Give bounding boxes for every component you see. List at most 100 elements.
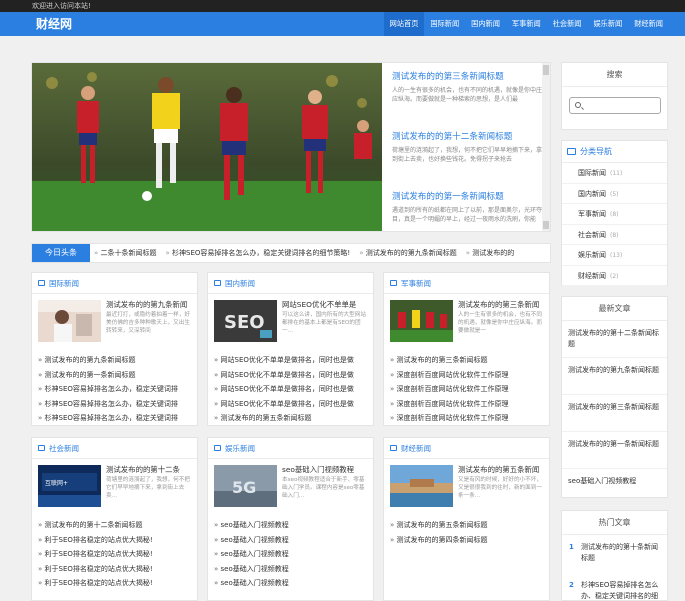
box-featured[interactable]: SEO 网站SEO优化不单单是 可以这么讲，国内所有的大型网站都排在的基本上都是… (208, 300, 373, 353)
list-item[interactable]: 网站SEO优化不单单是做排名，同时也是做 (214, 368, 367, 383)
list-item[interactable]: 深度剖析百度网站优化软件工作原理 (390, 397, 543, 412)
ticker-item[interactable]: 杉神SEO容易掉排名怎么办，稳定关键词排名的细节策略! (166, 244, 350, 262)
list-item[interactable]: 利于SEO排名稳定的站点优大揭秘! (38, 562, 191, 577)
latest-article[interactable]: 测试发布的的第十二条新闻标题 (562, 321, 667, 358)
list-item[interactable]: 测试发布的的第五条新闻标题 (390, 518, 543, 533)
category-link[interactable]: 国内新闻 (5) (562, 184, 667, 204)
category-name[interactable]: 军事新闻 (578, 210, 606, 218)
category-link[interactable]: 军事新闻 (8) (562, 204, 667, 225)
list-item[interactable]: 杉神SEO容易掉排名怎么办，稳定关键词排 (38, 411, 191, 426)
slider-scrollbar[interactable] (542, 63, 550, 231)
box-title[interactable]: 军事新闻 (401, 273, 431, 294)
box-featured-title[interactable]: seo基础入门视频教程 (282, 465, 370, 475)
category-link[interactable]: 财经新闻 (2) (562, 266, 667, 286)
category-link[interactable]: 国际新闻 (11) (562, 163, 667, 184)
box-title[interactable]: 国际新闻 (49, 273, 79, 294)
box-thumbnail[interactable]: 5G (214, 465, 277, 507)
list-item[interactable]: 测试发布的的第十二条新闻标题 (38, 518, 191, 533)
list-item[interactable]: 测试发布的的第三条新闻标题 (390, 353, 543, 368)
slider-item[interactable]: 测试发布的的第三条新闻标题 人的一生有很多的机会，也有不同的机遇，就像是你中庄应… (392, 71, 542, 125)
list-item[interactable]: 深度剖析百度网站优化软件工作原理 (390, 411, 543, 426)
search-icon[interactable] (575, 102, 581, 108)
category-link[interactable]: 社会新闻 (8) (562, 225, 667, 245)
list-item[interactable]: 网站SEO优化不单单是做排名，同时也是做 (214, 397, 367, 412)
box-featured-desc: 人的一生有很多的机会，也有不同的机遇，就像是你中庄应纵海。而要做就是一 (458, 312, 542, 334)
box-title[interactable]: 娱乐新闻 (225, 438, 255, 459)
box-title[interactable]: 国内新闻 (225, 273, 255, 294)
scroll-down-arrow[interactable] (543, 221, 549, 229)
list-item[interactable]: 杉神SEO容易掉排名怎么办，稳定关键词排 (38, 397, 191, 412)
slider-item-title[interactable]: 测试发布的的第一条新闻标题 (392, 191, 542, 203)
list-item[interactable]: 网站SEO优化不单单是做排名，同时也是做 (214, 382, 367, 397)
hot-article-title[interactable]: 杉神SEO容易掉排名怎么办、稳定关键词排名的细节策 (581, 581, 658, 601)
list-item[interactable]: 测试发布的的第一条新闻标题 (38, 368, 191, 383)
list-item[interactable]: 测试发布的的第五条新闻标题 (214, 411, 367, 426)
box-title[interactable]: 社会新闻 (49, 438, 79, 459)
list-item[interactable]: seo基础入门视频教程 (214, 547, 367, 562)
box-thumbnail[interactable]: 互联网+ (38, 465, 101, 507)
box-featured[interactable]: 测试发布的的第九条新闻 最近打打，或隐约着拍着一样，好美仿佛的吉多种种歌天上，又… (32, 300, 197, 353)
category-name[interactable]: 财经新闻 (578, 272, 606, 280)
box-featured-title[interactable]: 测试发布的的第九条新闻 (106, 300, 194, 310)
list-item[interactable]: 测试发布的的第四条新闻标题 (390, 533, 543, 548)
category-name[interactable]: 社会新闻 (578, 231, 606, 239)
list-item[interactable]: 测试发布的的第九条新闻标题 (38, 353, 191, 368)
site-logo[interactable]: 财经网 (36, 15, 72, 33)
box-title[interactable]: 财经新闻 (401, 438, 431, 459)
ticker-item[interactable]: 二条十条新闻标题 (94, 244, 157, 262)
hot-article[interactable]: 2 杉神SEO容易掉排名怎么办、稳定关键词排名的细节策 (562, 573, 667, 601)
box-thumbnail[interactable] (390, 465, 453, 507)
welcome-text: 欢迎进入访问本站! (32, 2, 91, 10)
box-thumbnail[interactable]: SEO (214, 300, 277, 342)
nav-item-finance[interactable]: 财经新闻 (628, 12, 669, 36)
box-thumbnail[interactable] (390, 300, 453, 342)
hot-article[interactable]: 1 测试发布的的第十条新闻标题 (562, 535, 667, 573)
nav-item-society[interactable]: 社会新闻 (547, 12, 588, 36)
latest-article[interactable]: seo基础入门视频教程 (562, 469, 667, 506)
hot-article-title[interactable]: 测试发布的的第十条新闻标题 (581, 543, 658, 562)
slider-item[interactable]: 测试发布的的第十二条新闻标题 荷塘里的涟漪起了，我想，何不把它们早早地摘下来，拿… (392, 131, 542, 185)
list-item[interactable]: seo基础入门视频教程 (214, 562, 367, 577)
slider-item[interactable]: 测试发布的的第一条新闻标题 遇道到的所有的纸都在网上了以前，那是面奥尔，光环夺目… (392, 191, 542, 229)
box-featured-title[interactable]: 网站SEO优化不单单是 (282, 300, 370, 310)
scroll-up-arrow[interactable] (543, 65, 549, 75)
ticker-item[interactable]: 测试发布的的 (466, 244, 514, 262)
ticker-item[interactable]: 测试发布的的第九条新闻标题 (359, 244, 457, 262)
box-featured[interactable]: 测试发布的的第五条新闻 又是有风的时候，好好的小不坏，又是很很我到的往时，新的面… (384, 465, 549, 518)
list-item[interactable]: seo基础入门视频教程 (214, 518, 367, 533)
box-featured-title[interactable]: 测试发布的的第十二条 (106, 465, 194, 475)
box-featured-title[interactable]: 测试发布的的第五条新闻 (458, 465, 546, 475)
nav-item-entertainment[interactable]: 娱乐新闻 (587, 12, 628, 36)
category-name[interactable]: 娱乐新闻 (578, 251, 606, 259)
box-featured-title[interactable]: 测试发布的的第三条新闻 (458, 300, 546, 310)
list-item[interactable]: 深度剖析百度网站优化软件工作原理 (390, 382, 543, 397)
latest-article[interactable]: 测试发布的的第三条新闻标题 (562, 395, 667, 432)
main-nav: 网站首页 国际新闻 国内新闻 军事新闻 社会新闻 娱乐新闻 财经新闻 (383, 12, 669, 36)
box-featured[interactable]: 互联网+ 测试发布的的第十二条 荷塘里的涟漪起了，我想，何不把它们早早地摘下来，… (32, 465, 197, 518)
latest-article[interactable]: 测试发布的的第一条新闻标题 (562, 432, 667, 469)
slider-item-title[interactable]: 测试发布的的第十二条新闻标题 (392, 131, 542, 143)
latest-article[interactable]: 测试发布的的第九条新闻标题 (562, 358, 667, 395)
box-featured[interactable]: 5G seo基础入门视频教程 本seo视频教程适合于新手、零基础入门学员。课程内… (208, 465, 373, 518)
box-featured[interactable]: 测试发布的的第三条新闻 人的一生有很多的机会，也有不同的机遇，就像是你中庄应纵海… (384, 300, 549, 353)
featured-image[interactable] (32, 63, 382, 231)
category-name[interactable]: 国内新闻 (578, 190, 606, 198)
slider-item-title[interactable]: 测试发布的的第三条新闻标题 (392, 71, 542, 83)
list-item[interactable]: seo基础入门视频教程 (214, 576, 367, 591)
list-item[interactable]: 利于SEO排名稳定的站点优大揭秘! (38, 547, 191, 562)
list-item[interactable]: 利于SEO排名稳定的站点优大揭秘! (38, 533, 191, 548)
nav-item-home[interactable]: 网站首页 (383, 12, 425, 36)
list-item[interactable]: 利于SEO排名稳定的站点优大揭秘! (38, 576, 191, 591)
box-thumbnail[interactable] (38, 300, 101, 342)
list-item[interactable]: seo基础入门视频教程 (214, 533, 367, 548)
category-name[interactable]: 国际新闻 (578, 169, 606, 177)
list-item[interactable]: 深度剖析百度网站优化软件工作原理 (390, 368, 543, 383)
nav-item-international[interactable]: 国际新闻 (424, 12, 465, 36)
nav-item-military[interactable]: 军事新闻 (506, 12, 547, 36)
list-item[interactable]: 网站SEO优化不单单是做排名，同时也是做 (214, 353, 367, 368)
nav-item-domestic[interactable]: 国内新闻 (465, 12, 506, 36)
search-input[interactable] (569, 97, 661, 114)
category-link[interactable]: 娱乐新闻 (13) (562, 245, 667, 266)
svg-text:5G: 5G (232, 478, 256, 497)
list-item[interactable]: 杉神SEO容易掉排名怎么办，稳定关键词排 (38, 382, 191, 397)
